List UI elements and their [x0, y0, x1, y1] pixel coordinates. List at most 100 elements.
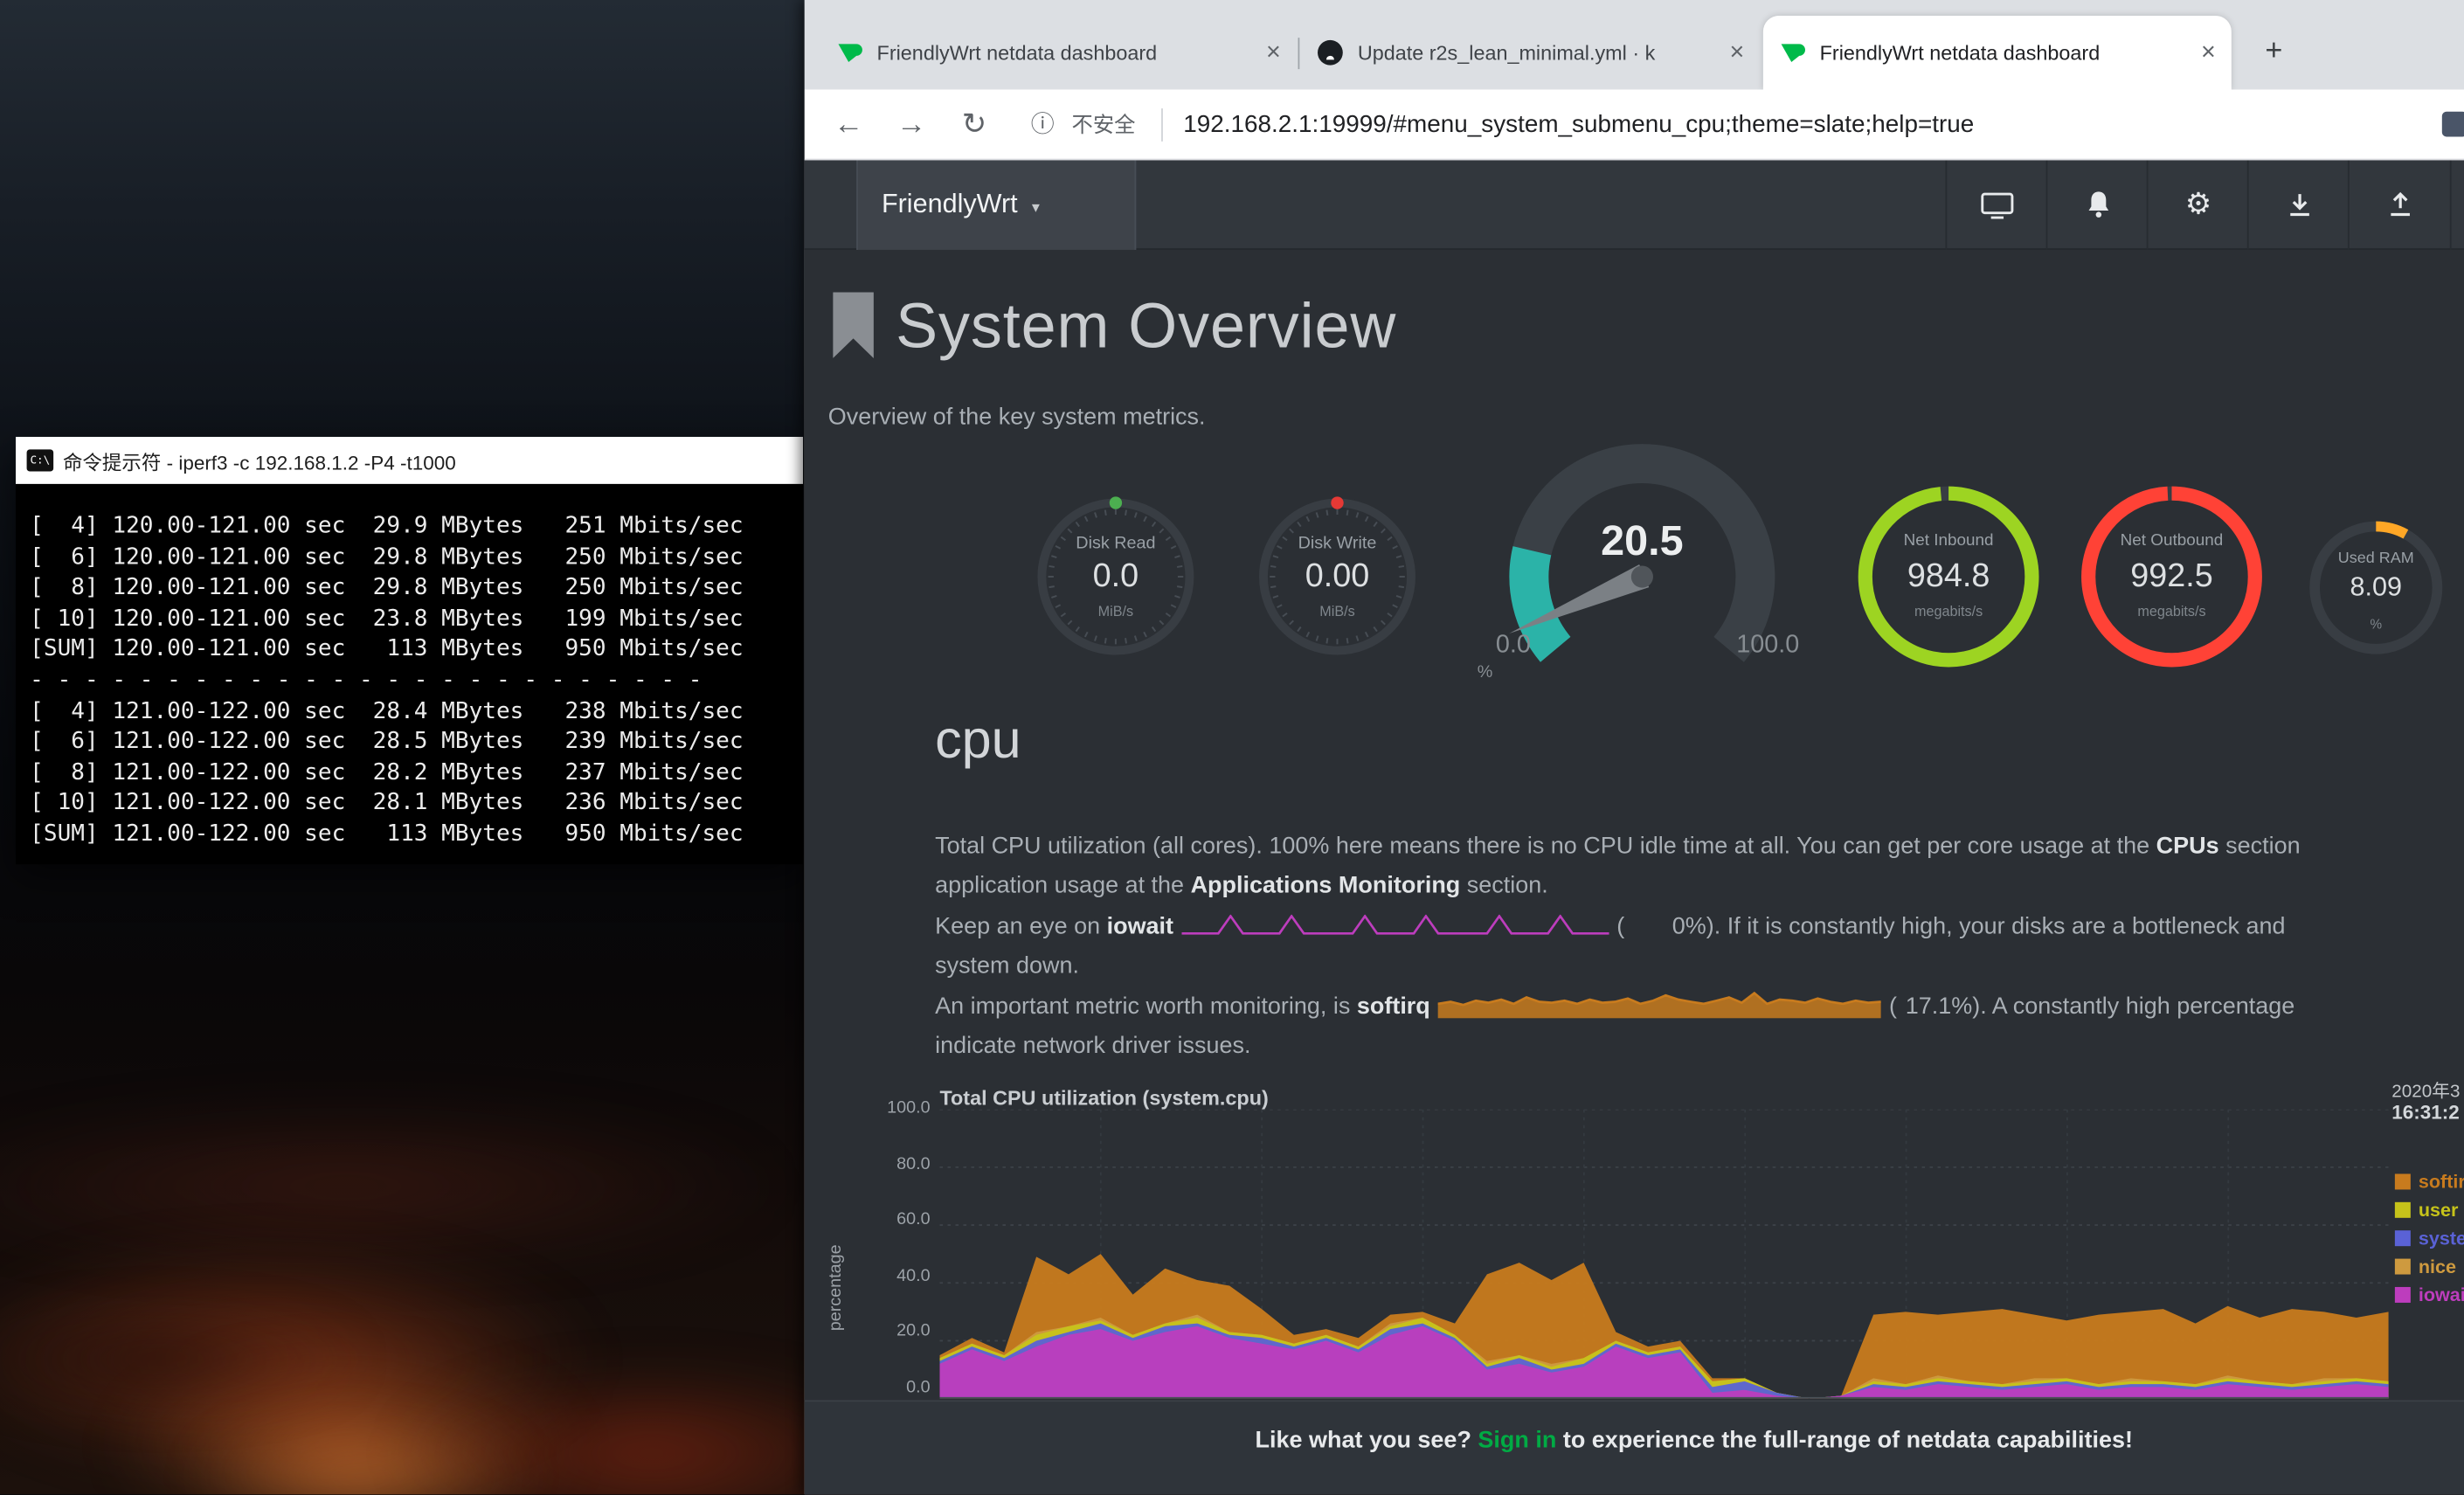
gauge-net-outbound[interactable]: Net Outbound 992.5 megabits/s: [2070, 474, 2274, 687]
sign-in-link[interactable]: Sign in: [1478, 1427, 1556, 1454]
text: ). A constantly high percentage: [1972, 993, 2294, 1020]
gauge-label: Used RAM: [2297, 550, 2454, 567]
gauge-value: 0.0: [1021, 557, 1210, 595]
tab-title: FriendlyWrt netdata dashboard: [877, 41, 1254, 65]
netdata-favicon-icon: [1779, 39, 1806, 66]
terminal-titlebar[interactable]: C:\ 命令提示符 - iperf3 -c 192.168.1.2 -P4 -t…: [16, 437, 803, 484]
bell-icon: [2085, 190, 2112, 220]
display-button[interactable]: [1946, 160, 2048, 250]
gauge-disk-read[interactable]: Disk Read 0.0 MiB/s: [1021, 482, 1210, 679]
cmd-icon: C:\: [27, 449, 54, 471]
page-subtitle: Overview of the key system metrics.: [828, 404, 1206, 431]
netdata-favicon-icon: [836, 39, 863, 66]
terminal-line: [ 4] 120.00-121.00 sec 29.9 MBytes 251 M…: [30, 512, 803, 543]
download-icon: [2286, 191, 2313, 218]
legend-item[interactable]: nice: [2395, 1252, 2464, 1280]
gauge-net-inbound[interactable]: Net Inbound 984.8 megabits/s: [1846, 474, 2051, 687]
tab-close-icon[interactable]: ×: [2201, 40, 2216, 66]
iowait-label: iowait: [1107, 913, 1173, 940]
legend-item[interactable]: system: [2395, 1224, 2464, 1252]
terminal-line: [ 6] 121.00-122.00 sec 28.5 MBytes 239 M…: [30, 728, 803, 758]
y-tick-label: 80.0: [896, 1154, 931, 1174]
gauge-cpu[interactable]: CPU 20.5 0.0 100.0 %: [1470, 419, 1816, 687]
chart-time-label: 16:31:2: [2391, 1102, 2460, 1124]
brand-menu[interactable]: FriendlyWrt▾: [856, 160, 1136, 250]
legend-item[interactable]: softirq: [2395, 1167, 2464, 1195]
y-tick-label: 0.0: [906, 1378, 931, 1398]
new-tab-button[interactable]: +: [2253, 33, 2294, 74]
terminal-title: 命令提示符 - iperf3 -c 192.168.1.2 -P4 -t1000: [63, 446, 456, 475]
upload-icon: [2386, 191, 2413, 218]
gauge-value: 0.00: [1243, 557, 1432, 595]
terminal-output: [ 4] 120.00-121.00 sec 29.9 MBytes 251 M…: [16, 484, 803, 851]
gauge-unit: MiB/s: [1243, 604, 1432, 619]
softirq-sparkline[interactable]: [1438, 992, 1881, 1019]
terminal-line: [ 10] 121.00-122.00 sec 28.1 MBytes 236 …: [30, 789, 803, 820]
back-icon[interactable]: ←: [823, 90, 874, 161]
gauge-max: 100.0: [1718, 632, 1818, 660]
chart-date-label: 2020年3: [2391, 1078, 2460, 1104]
settings-button[interactable]: ⚙: [2147, 160, 2249, 250]
terminal-window[interactable]: C:\ 命令提示符 - iperf3 -c 192.168.1.2 -P4 -t…: [16, 437, 803, 864]
gauge-used-ram[interactable]: Used RAM 8.09 %: [2297, 509, 2454, 675]
legend-swatch: [2395, 1230, 2411, 1246]
export-button[interactable]: [2348, 160, 2452, 250]
reload-icon[interactable]: ↻: [949, 90, 1000, 161]
brand-label: FriendlyWrt: [882, 189, 1018, 218]
y-tick-label: 40.0: [896, 1266, 931, 1286]
security-label[interactable]: 不安全: [1072, 90, 1136, 161]
legend-label: nice: [2419, 1256, 2456, 1277]
legend-swatch: [2395, 1259, 2411, 1275]
display-icon: [1980, 191, 2015, 219]
applications-monitoring-link[interactable]: Applications Monitoring: [1191, 873, 1461, 900]
terminal-body[interactable]: [ 4] 120.00-121.00 sec 29.9 MBytes 251 M…: [16, 484, 803, 864]
signin-text: Like what you see? Sign in to experience…: [805, 1427, 2464, 1454]
section-heading-cpu: cpu: [935, 710, 1021, 772]
tab-close-icon[interactable]: ×: [1266, 40, 1281, 66]
netdata-page: FriendlyWrt▾ ⚙ System Overview: [805, 160, 2464, 1494]
alarms-button[interactable]: [2046, 160, 2149, 250]
tab-github[interactable]: Update r2s_lean_minimal.yml · k ×: [1301, 16, 1760, 90]
gauge-value: 992.5: [2070, 557, 2274, 595]
gauge-unit: %: [1454, 663, 1517, 682]
tab-netdata-1[interactable]: FriendlyWrt netdata dashboard ×: [820, 16, 1297, 90]
y-tick-label: 60.0: [896, 1210, 931, 1230]
gauge-label: Net Outbound: [2070, 531, 2274, 550]
legend-swatch: [2395, 1287, 2411, 1303]
gauge-unit: megabits/s: [2070, 604, 2274, 619]
gauge-unit: megabits/s: [1846, 604, 2051, 619]
tab-close-icon[interactable]: ×: [1729, 40, 1744, 66]
text: ). If it is constantly high, your disks …: [1706, 913, 2286, 940]
chart-title: Total CPU utilization (system.cpu): [939, 1086, 1268, 1110]
legend-item[interactable]: iowait: [2395, 1281, 2464, 1309]
cpu-utilization-chart[interactable]: [939, 1110, 2388, 1399]
text: Keep an eye on: [935, 913, 1107, 940]
screen: C:\ 命令提示符 - iperf3 -c 192.168.1.2 -P4 -t…: [0, 0, 2464, 1494]
text: system down.: [935, 952, 1079, 979]
cloud: [0, 1100, 786, 1273]
iowait-sparkline[interactable]: [1181, 915, 1609, 935]
softirq-value: 17.1%: [1897, 986, 1972, 1027]
extension-icon[interactable]: [2442, 112, 2464, 137]
url-input[interactable]: 192.168.2.1:19999/#menu_system_submenu_c…: [1183, 90, 1974, 161]
softirq-label: softirq: [1357, 993, 1430, 1020]
text: application usage at the: [935, 873, 1190, 900]
legend-label: softirq: [2419, 1171, 2464, 1193]
import-button[interactable]: [2247, 160, 2350, 250]
legend-item[interactable]: user: [2395, 1196, 2464, 1224]
tab-title: Update r2s_lean_minimal.yml · k: [1358, 41, 1717, 65]
terminal-line: [ 4] 121.00-122.00 sec 28.4 MBytes 238 M…: [30, 697, 803, 728]
browser-window: FriendlyWrt netdata dashboard × Update r…: [805, 0, 2464, 1494]
bookmark-icon: [833, 293, 874, 359]
cpus-link[interactable]: CPUs: [2156, 833, 2219, 860]
tab-netdata-2-active[interactable]: FriendlyWrt netdata dashboard ×: [1763, 16, 2232, 90]
legend-label: iowait: [2419, 1284, 2464, 1305]
forward-icon[interactable]: →: [886, 90, 937, 161]
gauge-disk-write[interactable]: Disk Write 0.00 MiB/s: [1243, 482, 1432, 679]
terminal-line: [ 10] 120.00-121.00 sec 23.8 MBytes 199 …: [30, 605, 803, 635]
site-info-icon[interactable]: ⓘ: [1031, 90, 1055, 161]
legend-label: user: [2419, 1199, 2459, 1221]
url-separator: [1161, 108, 1163, 142]
legend-label: system: [2419, 1228, 2464, 1249]
text: An important metric worth monitoring, is: [935, 993, 1357, 1020]
